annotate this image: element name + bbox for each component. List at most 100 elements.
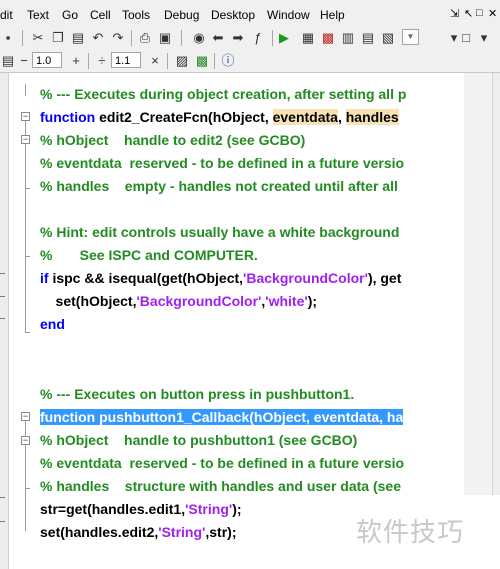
code-text: set(hObject, xyxy=(40,293,137,309)
binoculars-icon[interactable]: ◉ xyxy=(191,30,207,46)
cell-toolbar: ▤ − 1.0 + ÷ 1.1 × ▨ ▩ ⓘ xyxy=(0,50,500,73)
keyword-function: function xyxy=(40,109,96,125)
editor-left-gutter xyxy=(0,73,9,569)
string-literal: 'white' xyxy=(265,293,308,309)
code-line-1: % --- Executes during object creation, a… xyxy=(40,86,407,102)
cut-icon[interactable]: ✂ xyxy=(30,30,46,46)
fold-end-tick xyxy=(25,256,30,257)
selected-code: function pushbutton1_Callback(hObject, e… xyxy=(40,409,404,425)
code-line-8: if ispc && isequal(get(hObject,'Backgrou… xyxy=(40,267,401,289)
print-icon[interactable]: ⎙ xyxy=(137,30,153,46)
code-text: str=get(handles.edit1, xyxy=(40,501,186,517)
multiply-icon[interactable]: × xyxy=(147,53,163,69)
code-line-3: % hObject handle to edit2 (see GCBO) xyxy=(40,132,306,148)
code-text: , xyxy=(337,109,346,125)
fold-end-tick xyxy=(25,332,30,333)
step-in-icon[interactable]: ▤ xyxy=(360,30,376,46)
line-marker xyxy=(0,273,5,274)
redo-icon[interactable]: ↷ xyxy=(110,30,126,46)
undo-icon[interactable]: ↶ xyxy=(90,30,106,46)
code-line-9: set(hObject,'BackgroundColor','white'); xyxy=(40,290,317,312)
fold-line xyxy=(25,121,26,333)
step-icon[interactable]: ▥ xyxy=(340,30,356,46)
code-line-2: function edit2_CreateFcn(hObject, eventd… xyxy=(40,106,399,128)
code-text: ); xyxy=(232,501,242,517)
code-line-16: str=get(handles.edit1,'String'); xyxy=(40,498,242,520)
toolbar-separator xyxy=(22,30,23,46)
menu-desktop[interactable]: Desktop xyxy=(211,8,255,22)
set-breakpoint-icon[interactable]: ▦ xyxy=(300,30,316,46)
clear-breakpoint-icon[interactable]: ▩ xyxy=(320,30,336,46)
fold-toggle-icon[interactable]: − xyxy=(21,436,30,445)
step-out-icon[interactable]: ▧ xyxy=(380,30,396,46)
code-line-17: set(handles.edit2,'String',str); xyxy=(40,521,237,543)
toolbar-separator xyxy=(214,53,215,69)
code-line-15: % handles structure with handles and use… xyxy=(40,478,401,494)
toolbar-separator xyxy=(131,30,132,46)
main-toolbar: ▪ ✂ ❐ ▤ ↶ ↷ ⎙ ▣ ◉ ⬅ ➡ ƒ ▶ ▦ ▩ ▥ ▤ ▧ ▼ ▾ … xyxy=(0,26,500,50)
menu-cell[interactable]: Cell xyxy=(90,8,111,22)
code-text: ), get xyxy=(367,270,402,286)
function-icon[interactable]: ƒ xyxy=(250,30,266,46)
code-line-11: % --- Executes on button press in pushbu… xyxy=(40,386,355,402)
code-line-6: % Hint: edit controls usually have a whi… xyxy=(40,224,400,240)
dock-icon[interactable]: ⇲ xyxy=(450,7,459,20)
cell-publish-icon[interactable]: ▩ xyxy=(194,53,210,69)
run-icon[interactable]: ▶ xyxy=(276,30,292,46)
code-text: ); xyxy=(307,293,318,309)
line-marker xyxy=(0,497,5,498)
fold-toggle-icon[interactable]: − xyxy=(21,135,30,144)
menu-help[interactable]: Help xyxy=(320,8,345,22)
cell-eval-icon[interactable]: ▨ xyxy=(174,53,190,69)
string-literal: 'BackgroundColor' xyxy=(243,270,368,286)
toolbar-separator xyxy=(272,30,273,46)
code-text: edit2_CreateFcn(hObject, xyxy=(95,109,273,125)
line-marker xyxy=(0,521,5,522)
forward-arrow-icon[interactable]: ➡ xyxy=(230,30,246,46)
code-line-4: % eventdata reserved - to be defined in … xyxy=(40,155,405,171)
copy-icon[interactable]: ❐ xyxy=(50,30,66,46)
save-icon[interactable]: ▪ xyxy=(0,30,16,46)
watermark-text: 软件技巧 xyxy=(356,518,465,548)
menu-tools[interactable]: Tools xyxy=(122,8,150,22)
layout-dropdown-icon[interactable]: ▾ xyxy=(476,30,492,46)
find-icon[interactable]: ▣ xyxy=(157,30,173,46)
fold-toggle-icon[interactable]: − xyxy=(21,412,30,421)
string-literal: 'String' xyxy=(158,524,206,540)
code-line-14: % eventdata reserved - to be defined in … xyxy=(40,455,405,471)
cell-value-input-1[interactable]: 1.0 xyxy=(32,52,62,68)
code-line-7: % See ISPC and COMPUTER. xyxy=(40,247,258,263)
decrement-icon[interactable]: − xyxy=(16,53,32,69)
menu-window[interactable]: Window xyxy=(267,8,310,22)
fold-toggle-icon[interactable]: − xyxy=(21,112,30,121)
code-line-13: % hObject handle to pushbutton1 (see GCB… xyxy=(40,432,358,448)
fold-end-tick xyxy=(25,488,30,489)
close-icon[interactable]: ✕ xyxy=(488,7,497,20)
toolbar-separator xyxy=(181,30,182,46)
maximize-icon[interactable]: □ xyxy=(476,7,483,19)
cell-icon[interactable]: ▤ xyxy=(0,53,16,69)
fold-end-tick xyxy=(25,188,30,189)
info-icon[interactable]: ⓘ xyxy=(220,53,236,69)
line-marker xyxy=(0,318,5,319)
line-marker xyxy=(0,296,5,297)
toolbar-separator xyxy=(167,53,168,69)
code-line-10: end xyxy=(40,316,65,332)
menu-debug[interactable]: Debug xyxy=(164,8,199,22)
undock-icon[interactable]: ↖ xyxy=(464,7,473,20)
fold-line xyxy=(25,84,26,96)
divide-icon[interactable]: ÷ xyxy=(94,53,110,69)
string-literal: 'String' xyxy=(185,501,233,517)
layout-icon[interactable]: □ xyxy=(458,30,474,46)
increment-icon[interactable]: + xyxy=(68,53,84,69)
menu-text[interactable]: Text xyxy=(27,8,49,22)
stack-dropdown[interactable]: ▼ xyxy=(402,29,419,45)
vertical-scrollbar[interactable] xyxy=(492,73,500,495)
back-arrow-icon[interactable]: ⬅ xyxy=(210,30,226,46)
cell-value-input-2[interactable]: 1.1 xyxy=(111,52,141,68)
menu-edit[interactable]: dit xyxy=(0,8,13,22)
code-text: ispc && isequal(get(hObject, xyxy=(48,270,244,286)
string-literal: 'BackgroundColor' xyxy=(136,293,262,309)
menu-go[interactable]: Go xyxy=(62,8,78,22)
paste-icon[interactable]: ▤ xyxy=(70,30,86,46)
